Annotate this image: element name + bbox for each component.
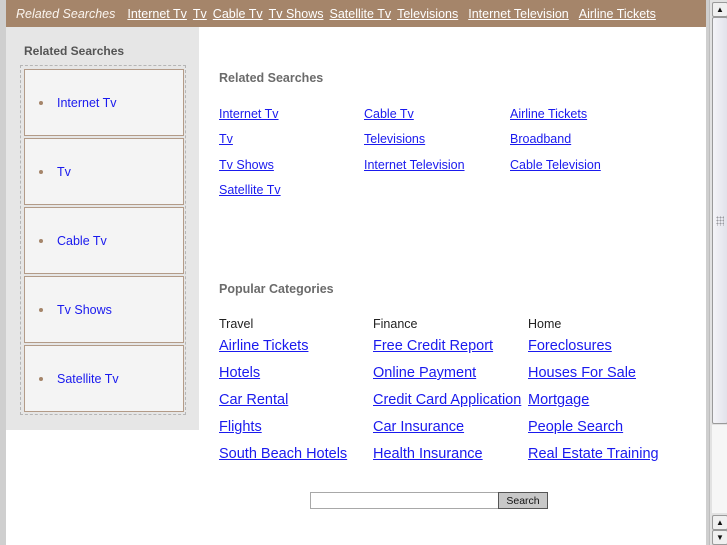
category-link[interactable]: Houses For Sale [528,365,636,381]
sidebar-item-cable-tv[interactable]: Cable Tv [24,207,184,274]
category-link[interactable]: South Beach Hotels [219,446,347,462]
related-link[interactable]: Televisions [364,132,425,146]
category-heading-finance: Finance [373,317,418,331]
scrollbar-track[interactable] [712,425,727,513]
sidebar-title: Related Searches [24,44,125,58]
category-link[interactable]: People Search [528,419,623,435]
bullet-icon [39,100,43,105]
related-link[interactable]: Airline Tickets [510,107,587,121]
category-link[interactable]: Airline Tickets [219,338,308,354]
arrow-down-icon: ▼ [716,533,724,542]
sidebar-item-internet-tv[interactable]: Internet Tv [24,69,184,136]
category-link[interactable]: Hotels [219,365,260,381]
topbar-link-airline-tickets[interactable]: Airline Tickets [579,7,656,21]
sidebar-item-tv-shows[interactable]: Tv Shows [24,276,184,343]
topbar-link-satellite-tv[interactable]: Satellite Tv [329,7,391,21]
category-link[interactable]: Real Estate Training [528,446,659,462]
category-link[interactable]: Mortgage [528,392,589,408]
sidebar-link[interactable]: Satellite Tv [57,372,119,386]
page: Related Searches Internet Tv Tv Cable Tv… [6,0,706,545]
bullet-icon [39,238,43,243]
scrollbar-thumb[interactable] [712,17,727,424]
related-link[interactable]: Tv [219,132,233,146]
category-link[interactable]: Foreclosures [528,338,612,354]
arrow-up-icon: ▲ [716,5,724,14]
related-link[interactable]: Internet Television [364,158,465,172]
category-link[interactable]: Car Rental [219,392,288,408]
sidebar-link[interactable]: Tv [57,165,71,179]
category-link[interactable]: Online Payment [373,365,476,381]
related-link[interactable]: Tv Shows [219,158,274,172]
related-link[interactable]: Internet Tv [219,107,279,121]
bullet-icon [39,169,43,174]
popular-categories-title: Popular Categories [219,282,334,296]
scroll-down-button[interactable]: ▼ [712,530,727,545]
arrow-up-icon: ▲ [716,518,724,527]
topbar-label: Related Searches [16,6,116,21]
related-searches-bar: Related Searches Internet Tv Tv Cable Tv… [6,0,706,27]
category-link[interactable]: Car Insurance [373,419,464,435]
sidebar-item-satellite-tv[interactable]: Satellite Tv [24,345,184,412]
related-searches-title: Related Searches [219,71,324,85]
search-button[interactable]: Search [498,492,548,509]
category-link[interactable]: Credit Card Application [373,392,521,408]
grip-icon [716,216,724,226]
topbar-link-televisions[interactable]: Televisions [397,7,458,21]
search-input[interactable] [310,492,499,509]
category-link[interactable]: Free Credit Report [373,338,493,354]
sidebar-item-tv[interactable]: Tv [24,138,184,205]
topbar-link-tv[interactable]: Tv [193,7,207,21]
related-link[interactable]: Cable Tv [364,107,414,121]
sidebar-list: Internet Tv Tv Cable Tv Tv Shows Satelli… [20,65,186,415]
bullet-icon [39,307,43,312]
sidebar-link[interactable]: Internet Tv [57,96,117,110]
vertical-scrollbar[interactable]: ▲ ▲ ▼ [709,0,727,545]
category-heading-home: Home [528,317,562,331]
scroll-up-button-lower[interactable]: ▲ [712,515,727,530]
category-heading-travel: Travel [219,317,254,331]
related-link[interactable]: Satellite Tv [219,183,281,197]
sidebar: Related Searches Internet Tv Tv Cable Tv… [6,27,199,430]
topbar-link-internet-television[interactable]: Internet Television [468,7,569,21]
bullet-icon [39,376,43,381]
category-link[interactable]: Flights [219,419,262,435]
topbar-link-internet-tv[interactable]: Internet Tv [127,7,187,21]
sidebar-link[interactable]: Cable Tv [57,234,107,248]
topbar-link-cable-tv[interactable]: Cable Tv [213,7,263,21]
related-link[interactable]: Cable Television [510,158,601,172]
topbar-link-tv-shows[interactable]: Tv Shows [269,7,324,21]
related-link[interactable]: Broadband [510,132,571,146]
scroll-up-button[interactable]: ▲ [712,2,727,17]
category-link[interactable]: Health Insurance [373,446,483,462]
sidebar-link[interactable]: Tv Shows [57,303,112,317]
